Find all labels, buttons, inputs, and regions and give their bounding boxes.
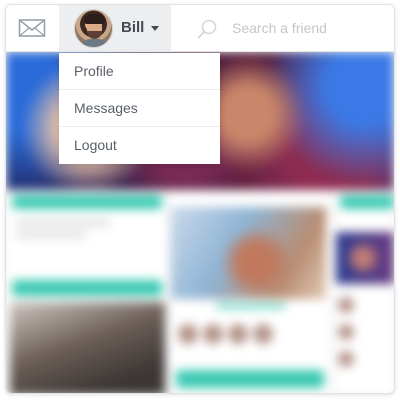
center-card-action-bar [176,370,324,388]
app-window: Bill Profile Messages Logout [5,4,395,394]
center-card-avatar [228,324,248,344]
caret-down-icon [151,26,159,31]
right-card-avatar [338,324,354,340]
left-card-line [16,232,86,238]
center-card-avatar [203,324,223,344]
left-card-photo [10,302,165,393]
user-menu-toggle[interactable]: Bill [59,5,171,52]
left-card-action-bar [12,280,162,296]
left-card-header-bar [12,195,162,209]
center-card-avatar [253,324,273,344]
user-name: Bill [121,19,145,36]
search-friend-input[interactable] [232,16,382,40]
right-card-avatar [338,351,354,367]
center-card-photo [171,207,326,299]
search-icon [196,18,218,40]
top-navbar: Bill [6,5,394,52]
envelope-icon[interactable] [18,17,46,39]
menu-item-profile[interactable]: Profile [59,53,220,90]
menu-item-messages[interactable]: Messages [59,90,220,127]
center-card-avatar [178,324,198,344]
right-card-photo [336,232,394,284]
center-card-divider [216,304,286,308]
menu-item-logout[interactable]: Logout [59,127,220,164]
right-card-header-bar [340,195,394,209]
right-card-avatar [338,297,354,313]
left-card-line [16,220,111,226]
avatar [74,9,113,48]
user-dropdown-menu: Profile Messages Logout [59,53,220,164]
